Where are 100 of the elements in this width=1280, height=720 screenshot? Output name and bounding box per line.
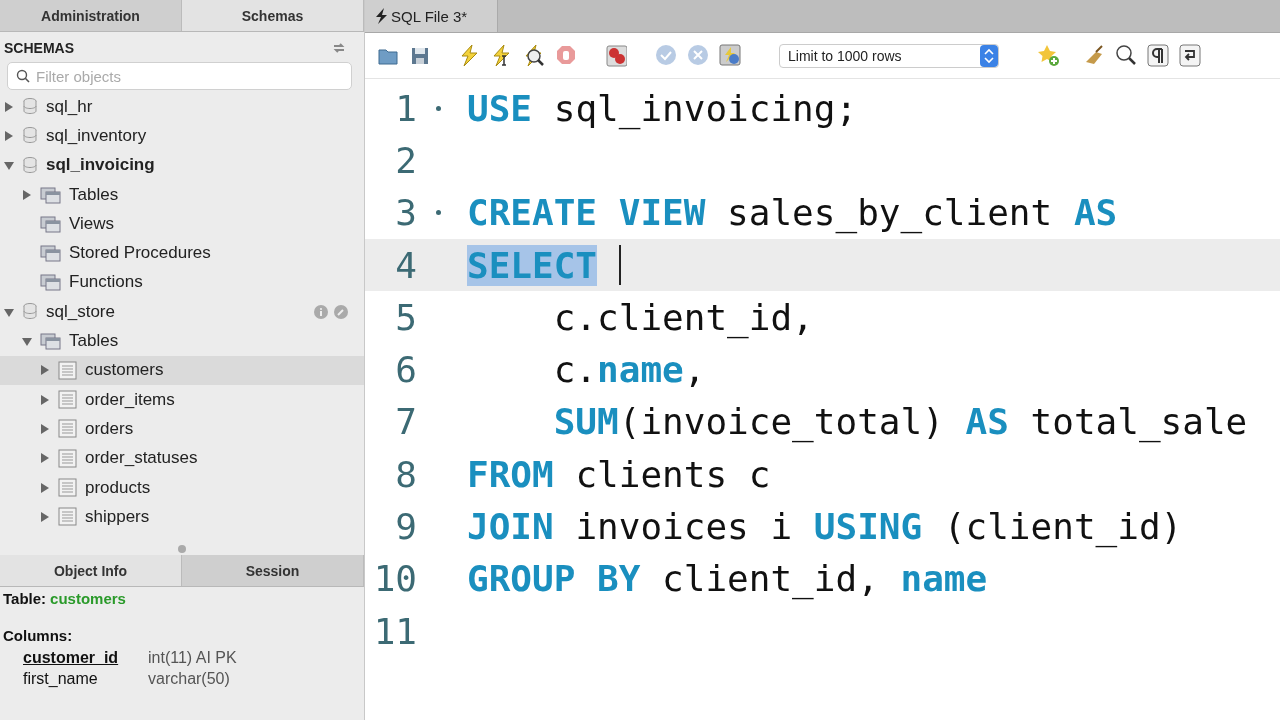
search-icon xyxy=(16,69,30,83)
magnifier-icon[interactable] xyxy=(523,44,545,67)
expand-arrow-icon[interactable] xyxy=(40,394,50,405)
expand-arrow-icon[interactable] xyxy=(40,453,50,464)
code-text: name xyxy=(900,558,988,600)
folder-icon xyxy=(40,332,61,350)
tree-item-label[interactable]: products xyxy=(85,477,151,498)
code-text: c. xyxy=(553,349,598,391)
stepper-icon xyxy=(980,44,998,67)
code-text: USE xyxy=(467,87,533,129)
table-icon xyxy=(58,360,77,380)
line-number: 11 xyxy=(372,610,417,652)
line-number: 4 xyxy=(394,244,417,286)
code-text: FROM xyxy=(467,453,554,495)
selected-code: SELECT xyxy=(467,244,598,286)
code-text: sql_invoicing; xyxy=(552,87,858,129)
code-text: total_sale xyxy=(1029,401,1248,443)
tree-item-label[interactable]: Views xyxy=(69,213,115,234)
database-icon xyxy=(22,155,38,175)
database-icon xyxy=(22,97,38,117)
code-text: , xyxy=(683,349,706,391)
tree-item-label[interactable]: sql_hr xyxy=(46,96,93,117)
code-text: invoices i xyxy=(574,506,794,547)
line-number: 2 xyxy=(394,139,417,181)
selected-row[interactable]: customers xyxy=(0,355,364,385)
code-text: c.client_id, xyxy=(553,296,814,338)
tree-item-label[interactable]: Functions xyxy=(69,272,143,293)
code-text: sales_by_client xyxy=(726,192,1054,234)
code-text: AS xyxy=(965,401,1009,443)
splitter-handle[interactable] xyxy=(178,545,186,553)
section-title: Columns: xyxy=(3,627,74,644)
database-icon xyxy=(22,302,38,322)
autocommit-icon[interactable] xyxy=(719,44,741,67)
code-text: (client_id) xyxy=(942,506,1183,547)
line-number: 10 xyxy=(372,558,417,600)
info-label: Table: xyxy=(3,590,47,607)
tree-item-label[interactable]: sql_invoicing xyxy=(46,155,155,176)
line-number: 3 xyxy=(394,192,417,234)
lightning-icon xyxy=(375,8,387,24)
tree-item-label[interactable]: sql_inventory xyxy=(46,125,147,146)
code-text: JOIN xyxy=(467,506,554,547)
expand-arrow-icon[interactable] xyxy=(22,189,32,200)
tree-item-label[interactable]: order_items xyxy=(85,389,175,410)
folder-icon xyxy=(40,214,61,233)
code-text: clients c xyxy=(574,453,771,495)
expand-arrow-icon[interactable] xyxy=(40,511,50,522)
tree-item-label[interactable]: Stored Procedures xyxy=(69,243,211,264)
tree-item-label[interactable]: Tables xyxy=(69,184,119,205)
search-icon[interactable] xyxy=(1115,44,1137,67)
column-name: customer_id xyxy=(23,648,120,667)
expand-arrow-icon[interactable] xyxy=(40,365,50,376)
column-type: varchar(50) xyxy=(148,669,231,688)
tab[interactable]: Schemas xyxy=(182,0,364,31)
line-number: 9 xyxy=(394,506,417,547)
code-text: AS xyxy=(1073,192,1118,234)
error-toggle-icon[interactable] xyxy=(605,44,627,67)
line-number: 6 xyxy=(394,349,417,391)
line-number: 1 xyxy=(394,87,417,129)
tree-item-label[interactable]: customers xyxy=(85,360,164,381)
editor-tab[interactable]: SQL File 3* xyxy=(365,0,499,32)
expand-arrow-icon[interactable] xyxy=(40,482,50,493)
line-number: 8 xyxy=(394,453,417,495)
code-text: client_id, xyxy=(661,558,880,600)
line-number: 7 xyxy=(394,401,417,443)
tree-item-label[interactable]: shippers xyxy=(85,506,150,527)
tree-item-label[interactable]: orders xyxy=(85,418,134,439)
code-text: USING xyxy=(813,506,923,547)
star-plus-icon[interactable] xyxy=(1037,44,1059,67)
line-number: 5 xyxy=(394,296,417,338)
table-name: customers xyxy=(50,590,126,607)
tree-item-label[interactable]: order_statuses xyxy=(85,448,198,469)
collapse-arrow-icon[interactable] xyxy=(4,306,14,317)
row-limit-select[interactable]: Limit to 1000 rows xyxy=(779,43,999,68)
tree-item-label[interactable]: Tables xyxy=(69,331,119,351)
refresh-icon[interactable] xyxy=(332,42,346,54)
code-text: GROUP BY xyxy=(467,558,641,600)
wrap-icon[interactable] xyxy=(1179,44,1201,67)
collapse-arrow-icon[interactable] xyxy=(22,336,32,346)
table-icon xyxy=(58,390,77,410)
table-icon xyxy=(58,419,77,439)
expand-arrow-icon[interactable] xyxy=(4,130,14,141)
paragraph-icon[interactable] xyxy=(1147,44,1169,67)
collapse-arrow-icon[interactable] xyxy=(4,160,14,171)
tree-item-label[interactable]: sql_store xyxy=(46,301,115,322)
table-icon xyxy=(58,448,77,468)
folder-icon xyxy=(40,273,61,292)
code-text: CREATE VIEW xyxy=(467,192,706,234)
database-icon xyxy=(22,126,38,146)
expand-arrow-icon[interactable] xyxy=(40,423,50,434)
table-icon xyxy=(58,478,77,497)
expand-arrow-icon[interactable] xyxy=(4,101,14,112)
panel-title: SCHEMAS xyxy=(4,40,74,56)
tab[interactable]: Administration xyxy=(0,0,182,31)
tab[interactable]: Object Info xyxy=(0,555,182,586)
code-text: (invoice_total) xyxy=(618,401,945,443)
search-box[interactable]: Filter objects xyxy=(7,62,352,90)
tab[interactable]: Session xyxy=(182,555,364,586)
search-field[interactable]: Filter objects xyxy=(36,67,343,85)
code-text: name xyxy=(597,349,684,391)
column-name: first_name xyxy=(23,669,99,688)
